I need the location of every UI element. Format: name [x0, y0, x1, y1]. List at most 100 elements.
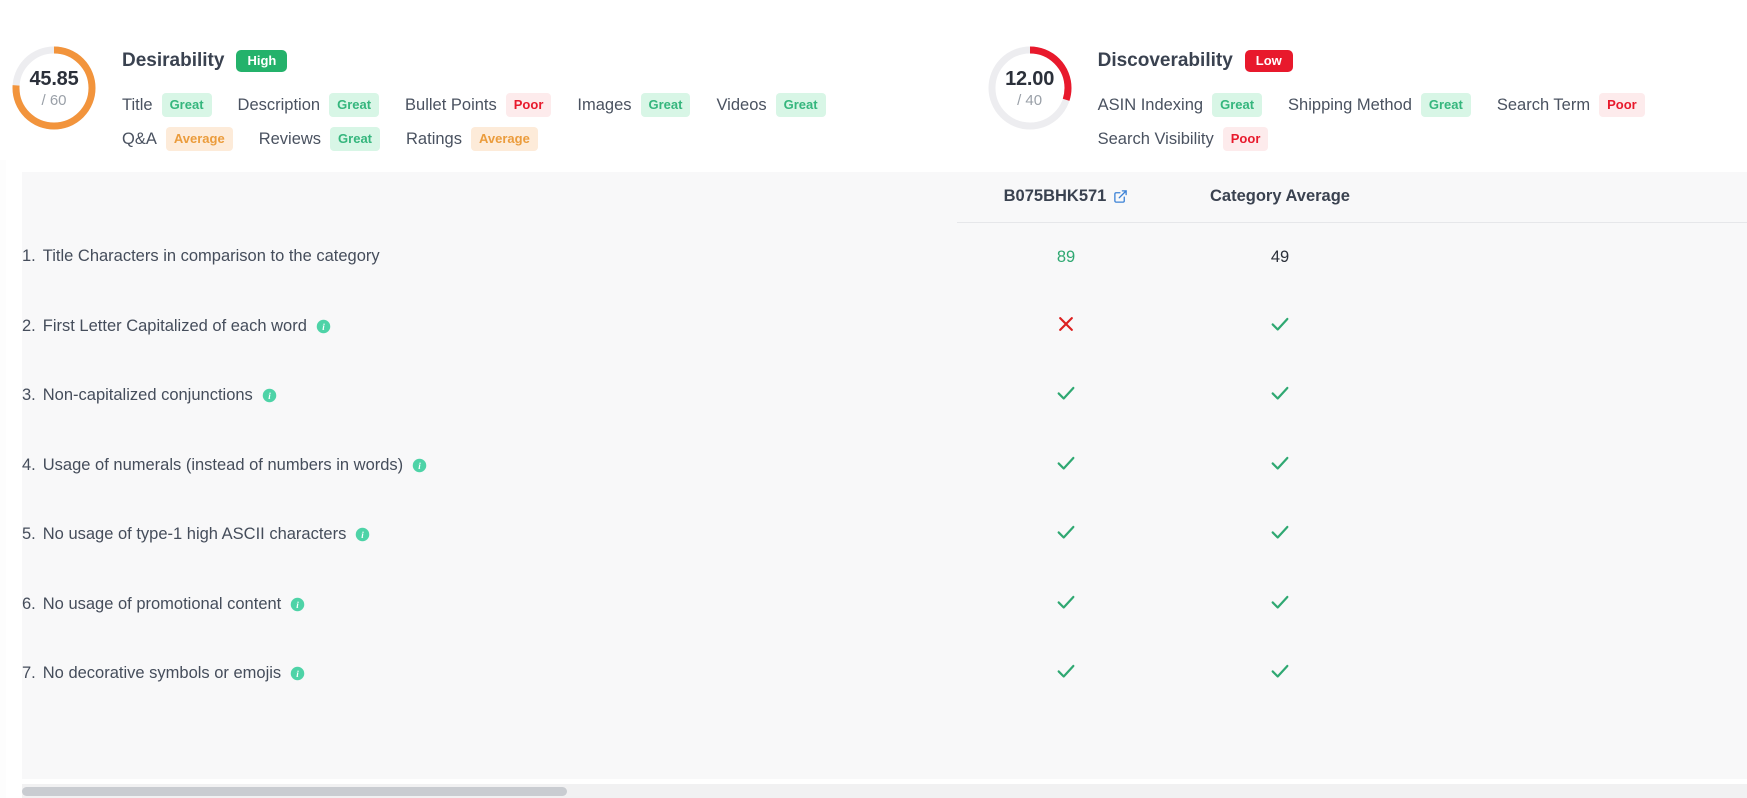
spacer-cell — [1385, 292, 1747, 362]
factor-asin-indexing[interactable]: ASIN Indexing Great — [1098, 93, 1263, 117]
factor-label: Reviews — [258, 129, 322, 148]
comparison-table: B075BHK571 Category Average 1. Title Cha… — [22, 172, 1747, 709]
horizontal-scrollbar[interactable] — [22, 784, 1747, 798]
factor-badge: Great — [329, 93, 380, 117]
check-icon — [1269, 313, 1291, 335]
asin-value-cell: 89 — [957, 222, 1175, 292]
factor-label: Shipping Method — [1288, 95, 1412, 114]
asin-column-label: B075BHK571 — [1003, 187, 1107, 206]
factor-title[interactable]: Title Great — [122, 93, 212, 117]
criterion-cell: 3. Non-capitalized conjunctions i — [22, 361, 957, 431]
discoverability-score-total: / 40 — [1017, 91, 1043, 109]
spacer-cell — [1385, 361, 1747, 431]
factor-label: Search Term — [1496, 95, 1591, 114]
factor-videos[interactable]: Videos Great — [716, 93, 826, 117]
factor-badge: Great — [775, 93, 826, 117]
score-summary-strip: 45.85/ 60 Desirability High Title Great Descr… — [0, 0, 1747, 160]
criterion-cell: 1. Title Characters in comparison to the … — [22, 222, 957, 292]
info-icon[interactable]: i — [290, 597, 305, 612]
category-average-value-cell — [1175, 570, 1385, 640]
desirability-score-value: 45.85 — [29, 67, 79, 90]
criterion-number: 5. — [22, 525, 36, 544]
category-average-value-cell — [1175, 292, 1385, 362]
factor-label: Title — [122, 95, 153, 114]
discoverability-donut-label: 12.00/ 40 — [984, 42, 1076, 134]
factor-badge: Great — [1212, 93, 1263, 117]
criterion-label: Usage of numerals (instead of numbers in… — [42, 455, 404, 474]
discoverability-score-donut: 12.00/ 40 — [984, 42, 1076, 134]
info-icon[interactable]: i — [316, 319, 331, 334]
check-icon — [1055, 521, 1077, 543]
criterion-label: No usage of type-1 high ASCII characters — [42, 525, 347, 544]
info-icon[interactable]: i — [412, 458, 427, 473]
criterion-cell: 4. Usage of numerals (instead of numbers … — [22, 431, 957, 501]
desirability-factor-rows: Title Great Description Great Bullet Points P… — [122, 88, 852, 156]
spacer-cell — [1385, 500, 1747, 570]
category-average-value-cell — [1175, 639, 1385, 709]
cross-icon — [1056, 314, 1076, 334]
product-listing-audit-page: 45.85/ 60 Desirability High Title Great Descr… — [0, 0, 1747, 798]
check-icon — [1055, 591, 1077, 613]
criterion-number: 7. — [22, 664, 36, 683]
info-icon[interactable]: i — [262, 388, 277, 403]
check-icon — [1269, 591, 1291, 613]
horizontal-scrollbar-thumb[interactable] — [22, 787, 567, 796]
category-average-column-label: Category Average — [1209, 187, 1350, 206]
check-icon — [1269, 660, 1291, 682]
factor-label: Q&A — [122, 129, 157, 148]
table-row: 7. No decorative symbols or emojis i — [22, 639, 1747, 709]
asin-value-cell — [957, 361, 1175, 431]
factor-row: ASIN Indexing Great Shipping Method Great Se… — [1098, 88, 1671, 122]
category-average-value-cell: 49 — [1175, 222, 1385, 292]
table-header: B075BHK571 Category Average — [22, 172, 1747, 223]
category-average-value: 49 — [1270, 247, 1290, 266]
criterion-cell: 6. No usage of promotional content i — [22, 570, 957, 640]
criterion-number: 4. — [22, 455, 36, 474]
asin-column-header[interactable]: B075BHK571 — [957, 172, 1175, 223]
check-icon — [1269, 382, 1291, 404]
criterion-label: No decorative symbols or emojis — [42, 664, 282, 683]
desirability-score-total: / 60 — [41, 91, 67, 109]
asin-value-cell — [957, 639, 1175, 709]
criterion-label: Title Characters in comparison to the ca… — [42, 247, 380, 266]
factor-reviews[interactable]: Reviews Great — [258, 127, 381, 151]
factor-label: Bullet Points — [405, 95, 497, 114]
asin-value-cell — [957, 292, 1175, 362]
factor-row: Q&A Average Reviews Great Ratings Average — [122, 122, 852, 156]
category-average-value-cell — [1175, 500, 1385, 570]
desirability-score-donut: 45.85/ 60 — [8, 42, 100, 134]
factor-q-a[interactable]: Q&A Average — [122, 127, 233, 151]
info-icon[interactable]: i — [290, 666, 305, 681]
factor-bullet-points[interactable]: Bullet Points Poor — [405, 93, 552, 117]
table-row: 2. First Letter Capitalized of each word i — [22, 292, 1747, 362]
factor-images[interactable]: Images Great — [577, 93, 691, 117]
external-link-icon[interactable] — [1113, 189, 1128, 204]
title-criteria-comparison-panel: B075BHK571 Category Average 1. Title Cha… — [22, 172, 1747, 779]
desirability-donut-label: 45.85/ 60 — [8, 42, 100, 134]
check-icon — [1055, 452, 1077, 474]
factor-search-term[interactable]: Search Term Poor — [1497, 93, 1645, 117]
table-row: 6. No usage of promotional content i — [22, 570, 1747, 640]
discoverability-title: Discoverability — [1097, 50, 1233, 71]
discoverability-factor-rows: ASIN Indexing Great Shipping Method Great Se… — [1098, 88, 1671, 156]
factor-label: Videos — [716, 95, 767, 114]
category-average-column-header: Category Average — [1175, 172, 1385, 223]
discoverability-title-row: Discoverability Low — [1098, 48, 1671, 74]
factor-shipping-method[interactable]: Shipping Method Great — [1288, 93, 1471, 117]
factor-search-visibility[interactable]: Search Visibility Poor — [1098, 127, 1269, 151]
criterion-label: Non-capitalized conjunctions — [42, 386, 253, 405]
factor-badge: Average — [470, 127, 538, 151]
factor-label: Images — [577, 95, 632, 114]
panel-left-gutter — [0, 160, 6, 798]
criterion-number: 6. — [22, 594, 36, 613]
factor-badge: Average — [165, 127, 233, 151]
factor-badge: Poor — [1222, 127, 1269, 151]
desirability-title-row: Desirability High — [122, 48, 852, 74]
factor-row: Search Visibility Poor — [1098, 122, 1671, 156]
score-block-discoverability: 12.00/ 40 Discoverability Low ASIN Indexing… — [984, 0, 1671, 156]
factor-ratings[interactable]: Ratings Average — [406, 127, 538, 151]
criterion-cell: 7. No decorative symbols or emojis i — [22, 639, 957, 709]
info-icon[interactable]: i — [355, 527, 370, 542]
check-icon — [1269, 452, 1291, 474]
factor-description[interactable]: Description Great — [238, 93, 380, 117]
